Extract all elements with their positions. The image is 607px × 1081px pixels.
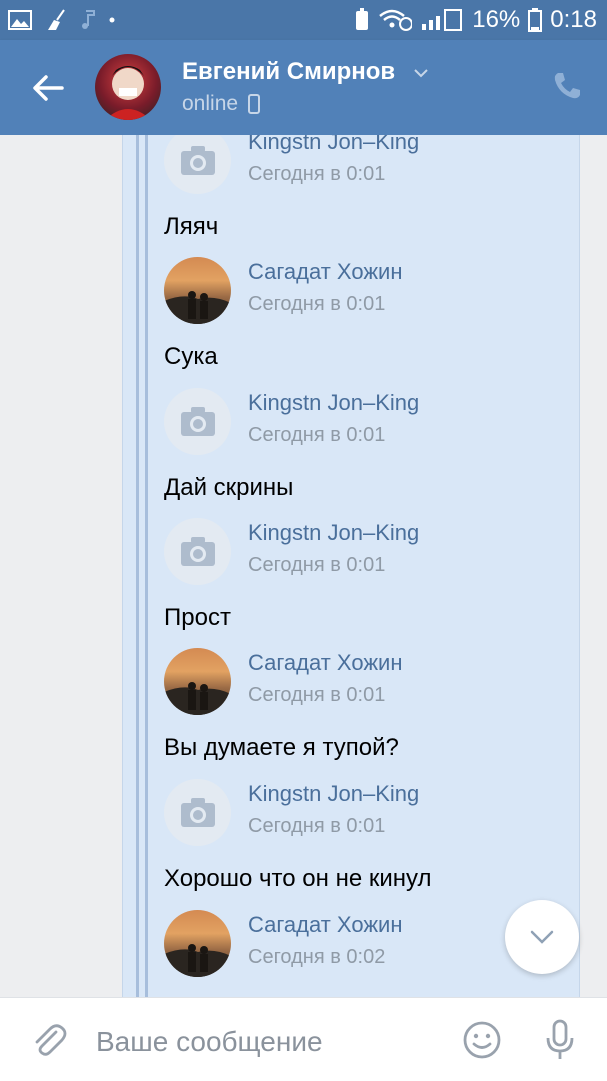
sender-avatar (164, 388, 231, 455)
wifi-icon (379, 9, 413, 31)
sender-name[interactable]: Kingstn Jon–King (248, 390, 419, 416)
camera-icon (181, 407, 215, 436)
contact-name[interactable]: Евгений Смирнов (182, 58, 395, 86)
sender-name[interactable]: Kingstn Jon–King (248, 781, 419, 807)
message-time: Сегодня в 0:02 (248, 946, 386, 968)
signal-icon (422, 9, 463, 31)
camera-icon (181, 798, 215, 827)
message-time: Сегодня в 0:01 (248, 815, 386, 837)
chevron-down-icon (530, 930, 554, 944)
notification-icons (8, 8, 116, 32)
sender-avatar (164, 910, 231, 977)
message-composer: Ваше сообщение (0, 997, 607, 1081)
camera-icon (181, 537, 215, 566)
message-time: Сегодня в 0:01 (248, 424, 386, 446)
microphone-icon[interactable] (540, 1018, 580, 1062)
status-text: online (182, 92, 239, 115)
battery-percent: 16% (472, 6, 521, 33)
people-silhouette-icon (164, 682, 231, 715)
chevron-down-icon[interactable] (412, 64, 430, 82)
message-time: Сегодня в 0:01 (248, 293, 386, 315)
status-bar: 16% 0:18 (0, 0, 607, 40)
chat-header: Евгений Смирнов online (0, 40, 607, 135)
broom-icon (48, 9, 65, 30)
gallery-icon (8, 10, 32, 30)
mobile-icon (248, 94, 261, 114)
paperclip-icon[interactable] (28, 1020, 68, 1060)
sender-avatar (164, 257, 231, 324)
message-time: Сегодня в 0:01 (248, 554, 386, 576)
sender-avatar (164, 779, 231, 846)
message-list[interactable]: Kingstn Jon–King Сегодня в 0:01 Ляяч Саг… (0, 135, 607, 997)
system-indicators: 16% 0:18 (354, 6, 597, 34)
scroll-down-button[interactable] (505, 900, 579, 974)
sender-name[interactable]: Kingstn Jon–King (248, 135, 419, 155)
people-silhouette-icon (164, 291, 231, 324)
message-time: Сегодня в 0:01 (248, 163, 386, 185)
forward-line-nested (145, 135, 148, 997)
phone-icon[interactable] (551, 70, 583, 102)
sender-name[interactable]: Сагадат Хожин (248, 259, 403, 285)
message-text: Прост (164, 604, 231, 631)
contact-status: online (182, 92, 261, 116)
message-text: Вы думаете я тупой? (164, 734, 399, 761)
message-time: Сегодня в 0:01 (248, 684, 386, 706)
sender-avatar (164, 648, 231, 715)
sender-avatar (164, 518, 231, 585)
contact-avatar[interactable] (95, 54, 161, 120)
forward-line (136, 135, 139, 997)
battery-icon (528, 8, 543, 32)
music-note-icon (82, 10, 95, 29)
clock: 0:18 (550, 6, 597, 33)
people-silhouette-icon (164, 944, 231, 977)
message-text: Хорошо что он не кинул (164, 865, 432, 892)
message-text: Сука (164, 343, 218, 370)
dot-icon (109, 17, 115, 23)
sender-name[interactable]: Kingstn Jon–King (248, 520, 419, 546)
sender-name[interactable]: Сагадат Хожин (248, 912, 403, 938)
smile-icon[interactable] (462, 1020, 502, 1060)
message-text: Дай скрины (164, 474, 294, 501)
sender-name[interactable]: Сагадат Хожин (248, 650, 403, 676)
battery-saver-icon (356, 8, 369, 30)
message-input[interactable]: Ваше сообщение (96, 1026, 323, 1058)
message-text: Ляяч (164, 213, 219, 240)
back-arrow-icon[interactable] (30, 70, 66, 106)
avatar-art-icon (105, 66, 151, 120)
